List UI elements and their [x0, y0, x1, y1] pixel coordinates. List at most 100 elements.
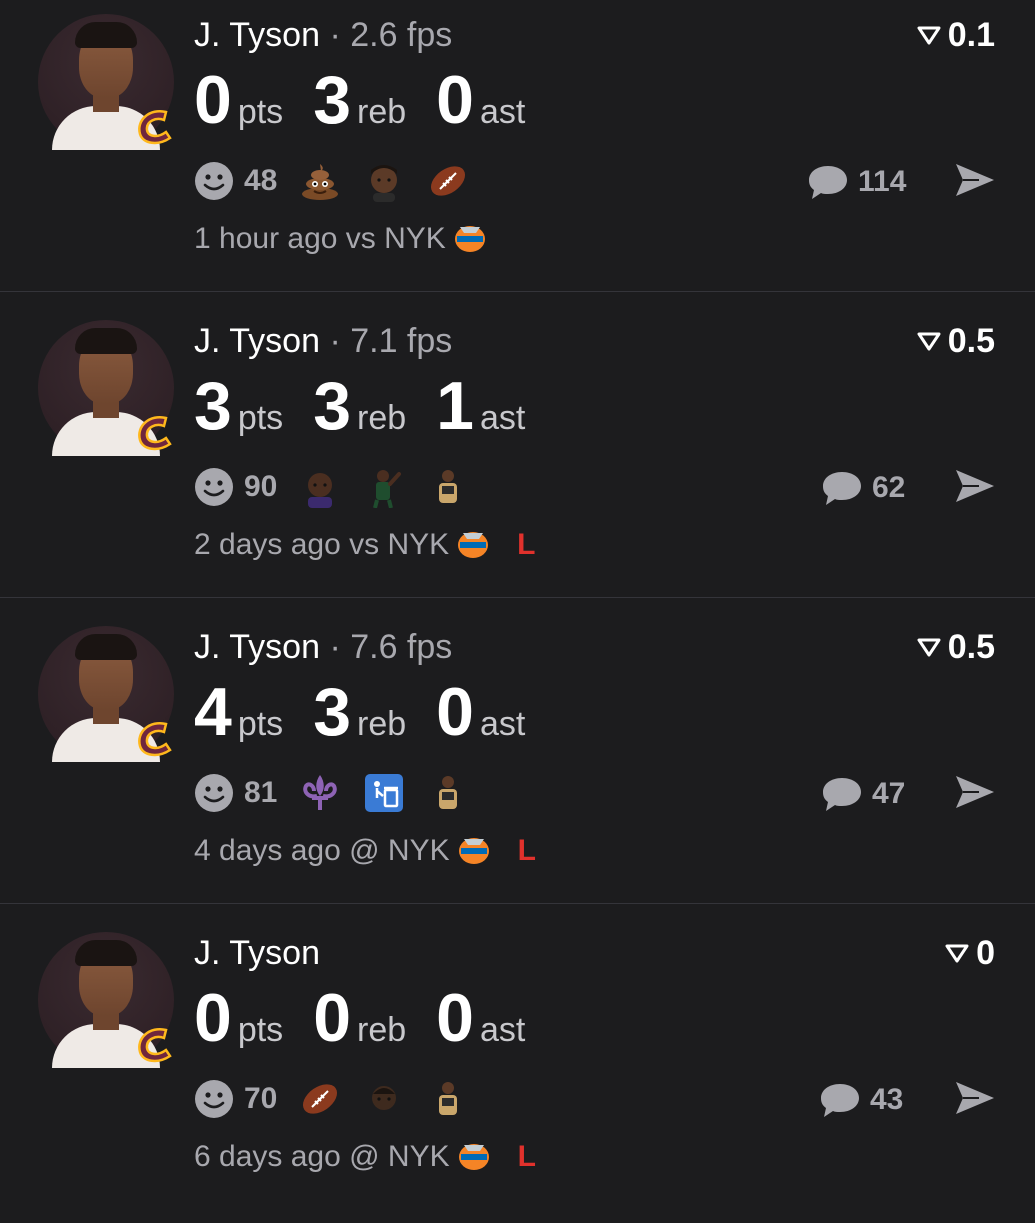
add-reaction-smiley-icon[interactable] — [194, 773, 234, 813]
player-name[interactable]: J. Tyson — [194, 322, 320, 360]
knicks-logo-icon — [454, 226, 485, 252]
comment-bubble-icon — [823, 778, 861, 811]
assists-value: 1 — [436, 368, 474, 444]
vote-score[interactable]: 0.1 — [916, 16, 995, 55]
cavaliers-logo-icon — [138, 415, 172, 451]
assists-label: ast — [479, 1011, 526, 1049]
rebounds-value: 3 — [313, 674, 352, 750]
player-name[interactable]: J. Tyson — [194, 16, 320, 54]
stat-points: 0 pts — [194, 66, 283, 134]
vote-score[interactable]: 0 — [944, 934, 995, 973]
share-send-icon[interactable] — [953, 772, 997, 812]
reactions-row: 81 — [194, 768, 491, 818]
vote-score[interactable]: 0.5 — [916, 322, 995, 361]
comment-bubble-icon — [809, 166, 847, 199]
comments-button[interactable]: 114 — [806, 160, 906, 204]
stat-line: 0 pts 0 reb 0 ast — [194, 984, 555, 1052]
game-time[interactable]: 2 days ago vs NYK — [194, 528, 449, 562]
reaction-count: 70 — [244, 1082, 278, 1115]
vote-score-value: 0.5 — [947, 628, 995, 666]
game-card[interactable]: J. Tyson 0 0 pts 0 reb 0 ast 70 43 6 days a… — [0, 918, 1035, 1223]
rebounds-label: reb — [357, 93, 407, 131]
player-face-icon[interactable] — [363, 160, 405, 202]
game-time[interactable]: 1 hour ago vs NYK — [194, 222, 446, 256]
trash-can-emoji[interactable] — [363, 772, 405, 814]
game-card[interactable]: J. Tyson · 7.6 fps 0.5 4 pts 3 reb 0 ast 81… — [0, 612, 1035, 917]
fantasy-points: · 7.6 fps — [329, 628, 453, 666]
comment-count: 43 — [870, 1083, 904, 1116]
comment-bubble-icon — [823, 472, 861, 505]
stat-points: 0 pts — [194, 984, 283, 1052]
stat-rebounds: 3 reb — [313, 372, 406, 440]
game-card[interactable]: J. Tyson · 7.1 fps 0.5 3 pts 3 reb 1 ast 90… — [0, 306, 1035, 611]
name-line: J. Tyson · 7.6 fps — [194, 628, 452, 667]
reactions-row: 90 — [194, 462, 491, 512]
stat-assists: 0 ast — [436, 678, 525, 746]
card-divider — [0, 597, 1035, 598]
game-result: L — [517, 1140, 536, 1173]
game-time[interactable]: 6 days ago @ NYK — [194, 1140, 450, 1174]
card-divider — [0, 903, 1035, 904]
assists-value: 0 — [436, 62, 474, 138]
points-label: pts — [237, 93, 284, 131]
reaction-count: 81 — [244, 776, 278, 809]
assists-label: ast — [479, 399, 526, 437]
filter-vote-icon — [917, 26, 941, 44]
assists-label: ast — [479, 705, 526, 743]
player-name[interactable]: J. Tyson — [194, 628, 320, 666]
game-time[interactable]: 4 days ago @ NYK — [194, 834, 450, 868]
add-reaction-smiley-icon[interactable] — [194, 467, 234, 507]
vote-score-value: 0.1 — [947, 16, 995, 54]
points-label: pts — [237, 705, 284, 743]
points-value: 0 — [194, 62, 232, 138]
reactions-row: 48 — [194, 156, 491, 206]
player-standing-icon[interactable] — [427, 1078, 469, 1120]
player-standing-icon[interactable] — [427, 466, 469, 508]
comments-button[interactable]: 47 — [820, 772, 905, 816]
assists-label: ast — [479, 93, 526, 131]
cavaliers-logo-icon — [138, 109, 172, 145]
add-reaction-smiley-icon[interactable] — [194, 161, 234, 201]
comment-count: 114 — [858, 165, 907, 198]
share-send-icon[interactable] — [953, 160, 997, 200]
stat-line: 3 pts 3 reb 1 ast — [194, 372, 555, 440]
player-name[interactable]: J. Tyson — [194, 934, 320, 972]
points-value: 3 — [194, 368, 232, 444]
cavaliers-logo-icon — [138, 721, 172, 757]
share-send-icon[interactable] — [953, 466, 997, 506]
comments-button[interactable]: 43 — [818, 1078, 903, 1122]
points-label: pts — [237, 399, 284, 437]
stat-assists: 0 ast — [436, 984, 525, 1052]
poop-emoji[interactable] — [299, 160, 341, 202]
filter-vote-icon — [917, 332, 941, 350]
stat-line: 0 pts 3 reb 0 ast — [194, 66, 555, 134]
football-emoji[interactable] — [427, 160, 469, 202]
comment-count: 47 — [872, 777, 906, 810]
football-emoji[interactable] — [299, 1078, 341, 1120]
rebounds-value: 3 — [313, 368, 352, 444]
share-send-icon[interactable] — [953, 1078, 997, 1118]
game-meta: 1 hour ago vs NYK — [194, 222, 514, 256]
card-divider — [0, 291, 1035, 292]
cavaliers-logo-icon — [138, 1027, 172, 1063]
comment-count: 62 — [872, 471, 906, 504]
vote-score-value: 0.5 — [947, 322, 995, 360]
game-card[interactable]: J. Tyson · 2.6 fps 0.1 0 pts 3 reb 0 ast 48… — [0, 0, 1035, 305]
points-value: 0 — [194, 980, 232, 1056]
filter-vote-icon — [917, 638, 941, 656]
player-standing-icon[interactable] — [427, 772, 469, 814]
rebounds-label: reb — [357, 399, 407, 437]
player-face-icon[interactable] — [363, 1078, 405, 1120]
fleur-de-lis-emoji[interactable] — [299, 772, 341, 814]
add-reaction-smiley-icon[interactable] — [194, 1079, 234, 1119]
stat-points: 3 pts — [194, 372, 283, 440]
stat-assists: 0 ast — [436, 66, 525, 134]
player-face-icon[interactable] — [299, 466, 341, 508]
comments-button[interactable]: 62 — [820, 466, 905, 510]
stat-rebounds: 3 reb — [313, 66, 406, 134]
assists-value: 0 — [436, 674, 474, 750]
vote-score[interactable]: 0.5 — [916, 628, 995, 667]
comment-bubble-icon — [821, 1084, 859, 1117]
player-shooting-icon[interactable] — [363, 466, 405, 508]
game-meta: 2 days ago vs NYK L — [194, 528, 535, 562]
